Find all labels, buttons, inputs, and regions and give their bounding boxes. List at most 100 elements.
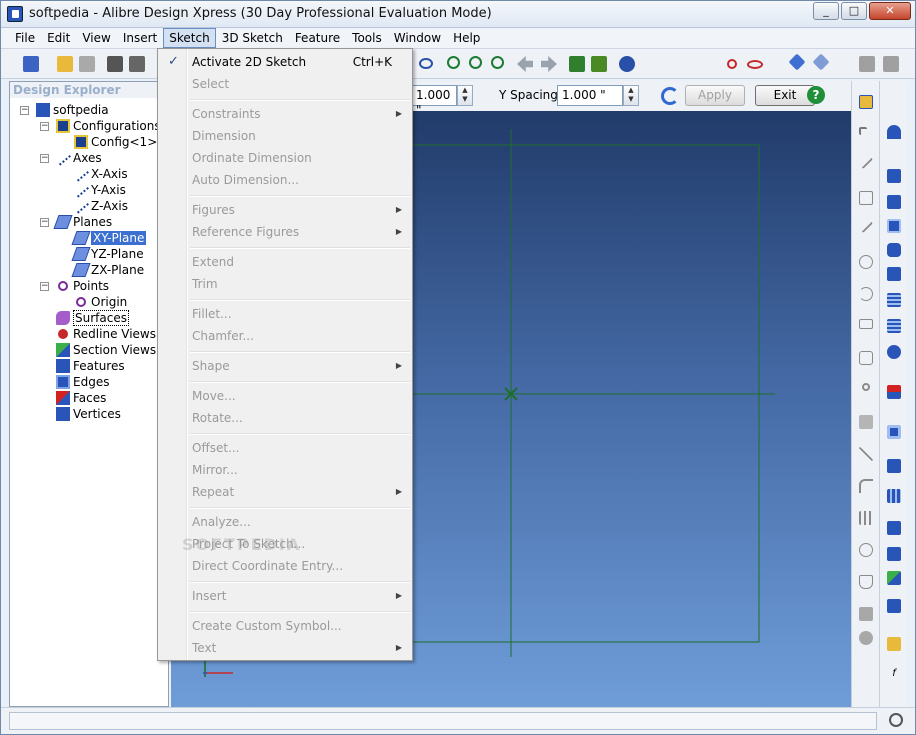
sketch-line-icon[interactable] (858, 218, 874, 234)
shape-icon[interactable] (859, 575, 873, 589)
part-icon[interactable] (859, 56, 875, 72)
fill-icon[interactable] (859, 631, 873, 645)
menu-item-direct-coordinate-entry[interactable]: Direct Coordinate Entry... (160, 555, 410, 577)
revolve-icon[interactable] (887, 195, 901, 209)
menu-item-figures[interactable]: Figures ▶ (160, 199, 410, 221)
menu-item-text[interactable]: Text ▶ (160, 637, 410, 659)
menu-item-repeat[interactable]: Repeat ▶ (160, 481, 410, 503)
menu-file[interactable]: File (9, 28, 41, 48)
thread-icon[interactable] (887, 293, 901, 307)
section-icon[interactable] (887, 637, 901, 651)
dimension-icon[interactable] (859, 191, 873, 205)
pattern-feature-icon[interactable] (887, 489, 901, 503)
menu-item-activate-2d-sketch[interactable]: ✓ Activate 2D Sketch Ctrl+K (160, 51, 410, 73)
forward-arrow-icon[interactable] (541, 56, 557, 72)
cut-icon[interactable] (887, 219, 901, 233)
tree-item-vertices[interactable]: Vertices (56, 406, 121, 422)
plane-view-2-icon[interactable] (812, 53, 830, 71)
loft-icon[interactable] (887, 267, 901, 281)
sweep-icon[interactable] (887, 243, 901, 257)
spin-down-icon[interactable]: ▼ (458, 95, 472, 104)
open-folder-icon[interactable] (57, 56, 73, 72)
menu-item-select[interactable]: Select (160, 73, 410, 95)
render-icon[interactable] (619, 56, 635, 72)
split-icon[interactable] (887, 547, 901, 561)
spin-down-icon[interactable]: ▼ (624, 95, 638, 104)
menu-item-dimension[interactable]: Dimension (160, 125, 410, 147)
extrude-icon[interactable] (887, 169, 901, 183)
refresh-icon[interactable] (661, 87, 679, 105)
x-spacing-spinner[interactable]: ▲ ▼ (457, 85, 473, 106)
menu-item-mirror[interactable]: Mirror... (160, 459, 410, 481)
equation-icon[interactable]: f (887, 667, 901, 681)
circle-icon[interactable] (859, 255, 873, 269)
tree-collapse-icon[interactable]: − (20, 106, 29, 115)
menu-help[interactable]: Help (447, 28, 486, 48)
tree-item-faces[interactable]: Faces (56, 390, 106, 406)
shell-icon[interactable] (887, 385, 901, 399)
spring-icon[interactable] (887, 319, 901, 333)
tree-item-zx-plane[interactable]: ZX-Plane (71, 262, 144, 278)
menu-edit[interactable]: Edit (41, 28, 76, 48)
fillet-icon[interactable] (859, 479, 873, 493)
menu-item-constraints[interactable]: Constraints ▶ (160, 103, 410, 125)
new-document-icon[interactable] (23, 56, 39, 72)
measure-icon[interactable] (887, 599, 901, 613)
zoom-window-icon[interactable] (469, 56, 482, 69)
menu-item-analyze[interactable]: Analyze... (160, 511, 410, 533)
tree-item-z-axis[interactable]: Z-Axis (73, 198, 128, 214)
fillet-feature-icon[interactable] (887, 459, 901, 473)
arc-icon[interactable] (859, 287, 873, 301)
menu-window[interactable]: Window (388, 28, 447, 48)
tree-item-x-axis[interactable]: X-Axis (73, 166, 128, 182)
sphere-icon[interactable] (887, 345, 901, 359)
maximize-button[interactable]: □ (841, 2, 867, 20)
point-icon[interactable] (862, 383, 870, 391)
menu-item-extend[interactable]: Extend (160, 251, 410, 273)
tree-item-config[interactable]: Config<1> (74, 134, 157, 150)
tree-item-surfaces[interactable]: Surfaces (56, 310, 129, 326)
exit-button[interactable]: Exit (755, 85, 815, 106)
line-icon[interactable] (858, 154, 874, 170)
tree-item-origin[interactable]: Origin (74, 294, 127, 310)
tree-item-points[interactable]: Points (56, 278, 109, 294)
tree-item-edges[interactable]: Edges (56, 374, 109, 390)
back-arrow-icon[interactable] (517, 56, 533, 72)
rectangle-icon[interactable] (859, 319, 873, 329)
redline-pen-icon[interactable] (727, 59, 737, 69)
tree-collapse-icon[interactable]: − (40, 154, 49, 163)
help-icon[interactable]: ? (807, 86, 825, 104)
tree-item-y-axis[interactable]: Y-Axis (73, 182, 126, 198)
properties-icon[interactable] (129, 56, 145, 72)
spin-up-icon[interactable]: ▲ (458, 86, 472, 95)
tree-item-redline-views[interactable]: Redline Views (56, 326, 156, 342)
part-2-icon[interactable] (883, 56, 899, 72)
tree-item-features[interactable]: Features (56, 358, 125, 374)
activate-sketch-icon[interactable] (859, 95, 873, 109)
menu-item-auto-dimension[interactable]: Auto Dimension... (160, 169, 410, 191)
tree-item-axes[interactable]: Axes (55, 150, 102, 166)
apply-button[interactable]: Apply (685, 85, 745, 106)
draft-icon[interactable] (887, 425, 901, 439)
menu-sketch[interactable]: Sketch (163, 28, 216, 48)
tree-collapse-icon[interactable]: − (40, 282, 49, 291)
trim-icon[interactable] (859, 447, 873, 461)
mirror-feature-icon[interactable] (887, 521, 901, 535)
menu-item-trim[interactable]: Trim (160, 273, 410, 295)
boolean-icon[interactable] (887, 571, 901, 585)
tree-item-section-views[interactable]: Section Views (56, 342, 156, 358)
spin-up-icon[interactable]: ▲ (624, 86, 638, 95)
circle-sketch-icon[interactable] (419, 58, 433, 69)
pick-icon[interactable] (591, 56, 607, 72)
menu-item-move[interactable]: Move... (160, 385, 410, 407)
menu-view[interactable]: View (76, 28, 116, 48)
select-cross-icon[interactable] (859, 127, 867, 135)
tree-item-root[interactable]: softpedia (36, 102, 109, 118)
tree-collapse-icon[interactable]: − (40, 218, 49, 227)
menu-item-reference-figures[interactable]: Reference Figures ▶ (160, 221, 410, 243)
menu-item-create-custom-symbol[interactable]: Create Custom Symbol... (160, 615, 410, 637)
target-icon[interactable] (859, 543, 873, 557)
y-spacing-input[interactable]: 1.000 " (557, 85, 623, 106)
minimize-button[interactable]: _ (813, 2, 839, 20)
menu-item-rotate[interactable]: Rotate... (160, 407, 410, 429)
